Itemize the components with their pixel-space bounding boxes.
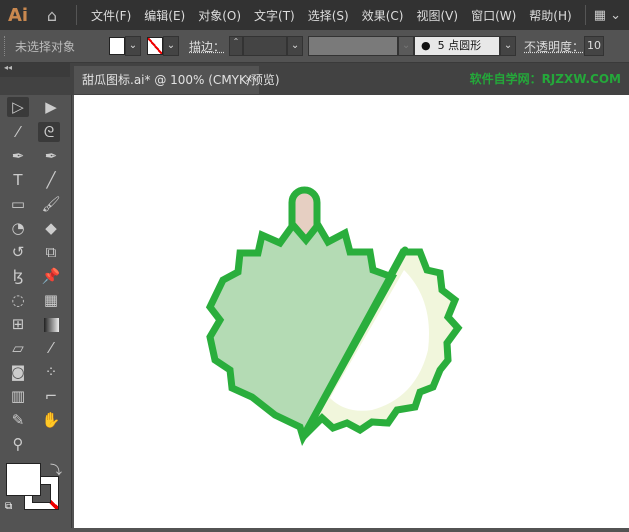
menu-effect[interactable]: 效果(C) [362,7,404,24]
menu-window[interactable]: 窗口(W) [471,7,516,24]
app-logo: Ai [8,4,29,26]
durian-artwork [205,186,463,446]
selection-status: 未选择对象 [15,39,76,54]
gradient-tool-icon[interactable] [40,314,62,334]
menu-view[interactable]: 视图(V) [416,7,458,24]
close-tab-icon[interactable]: × [245,66,253,94]
mesh-tool-icon[interactable]: ⊞ [7,314,29,334]
artboard-canvas[interactable] [74,95,629,528]
rotate-tool-icon[interactable]: ↺ [7,242,29,262]
stroke-weight-dropdown[interactable]: ⌄ [287,36,304,56]
toolbar-collapse-button[interactable]: ◂◂ [0,63,70,77]
stroke-weight-input[interactable] [243,36,288,56]
shaper-tool-icon[interactable]: ◔ [7,218,29,238]
grip-handle[interactable] [4,36,7,56]
stroke-stepper[interactable]: ⌃ [229,36,244,56]
eyedropper-tool-icon[interactable]: ⁄ [40,338,62,358]
hand-tool-icon[interactable]: ✋ [40,410,62,430]
divider [76,5,77,25]
magic-wand-tool-icon[interactable]: ⁄ [7,122,29,142]
brush-dropdown[interactable]: ⌄ [500,36,517,56]
direct-selection-tool-icon[interactable]: ▶ [40,97,62,117]
eraser-tool-icon[interactable]: ◆ [40,218,62,238]
brush-label: 5 点圆形 [437,39,482,52]
document-tab[interactable]: 甜瓜图标.ai* @ 100% (CMYK/预览) × [74,66,280,94]
variable-width-profile[interactable] [308,36,399,56]
menu-object[interactable]: 对象(O) [198,7,241,24]
artboard-tool-icon[interactable]: ⌐ [40,386,62,406]
home-icon[interactable]: ⌂ [42,6,62,25]
tools-panel: ▷ ▶ ⁄ ᘓ ✒ ✒ T ╱ ▭ 🖌 ◔ ◆ ↺ ⧉ ɮ 📌 ◌ ▦ ⊞ ▱ … [0,95,72,528]
stroke-dropdown[interactable]: ⌄ [163,36,179,56]
menu-edit[interactable]: 编辑(E) [144,7,185,24]
profile-dropdown[interactable]: ⌄ [398,36,415,56]
fill-dropdown[interactable]: ⌄ [125,36,141,56]
menu-file[interactable]: 文件(F) [91,7,131,24]
stroke-swatch[interactable] [147,37,163,55]
scale-tool-icon[interactable]: ⧉ [40,242,62,262]
slice-tool-icon[interactable]: ✎ [7,410,29,430]
puppet-warp-tool-icon[interactable]: ɮ [7,266,29,286]
menu-select[interactable]: 选择(S) [308,7,349,24]
opacity-label: 不透明度： [524,39,585,54]
paintbrush-tool-icon[interactable]: 🖌 [40,194,62,214]
watermark: 软件自学网：RJZXW.COM [469,72,621,86]
zoom-tool-icon[interactable]: ⚲ [7,434,29,454]
symbol-sprayer-tool-icon[interactable]: ⁘ [40,362,62,382]
type-tool-icon[interactable]: T [7,170,29,190]
menu-type[interactable]: 文字(T) [254,7,295,24]
curvature-tool-icon[interactable]: ✒ [40,146,62,166]
rectangle-tool-icon[interactable]: ▭ [7,194,29,214]
opacity-input[interactable]: 10 [584,36,605,56]
swap-colors-icon[interactable]: ⤵ [50,461,62,478]
pin-tool-icon[interactable]: 📌 [40,266,62,286]
perspective-grid-tool-icon[interactable]: ▦ [40,290,62,310]
line-tool-icon[interactable]: ╱ [40,170,62,190]
shape-builder-tool-icon[interactable]: ◌ [7,290,29,310]
pen-tool-icon[interactable]: ✒ [7,146,29,166]
menu-help[interactable]: 帮助(H) [529,7,571,24]
fill-swatch[interactable] [109,37,125,55]
graph-tool-icon[interactable]: ▥ [7,386,29,406]
control-bar: 未选择对象 ⌄ ⌄ 描边： ⌃ ⌄ ⌄ ● 5 点圆形 ⌄ 不透明度： 10 [0,30,629,63]
fill-color-box[interactable] [6,463,41,496]
blend-tool-icon[interactable]: ◙ [7,362,29,382]
workspace-layout-icon[interactable]: ▦ ⌄ [594,8,621,23]
default-colors-icon[interactable]: ⧉ [5,501,12,512]
divider [584,5,586,25]
menu-bar: Ai ⌂ 文件(F) 编辑(E) 对象(O) 文字(T) 选择(S) 效果(C)… [0,0,629,30]
stroke-label: 描边： [189,39,226,54]
measure-tool-icon[interactable]: ▱ [7,338,29,358]
lasso-tool-icon[interactable]: ᘓ [38,122,60,142]
selection-tool-icon[interactable]: ▷ [7,97,29,117]
brush-definition[interactable]: ● 5 点圆形 [414,36,501,56]
